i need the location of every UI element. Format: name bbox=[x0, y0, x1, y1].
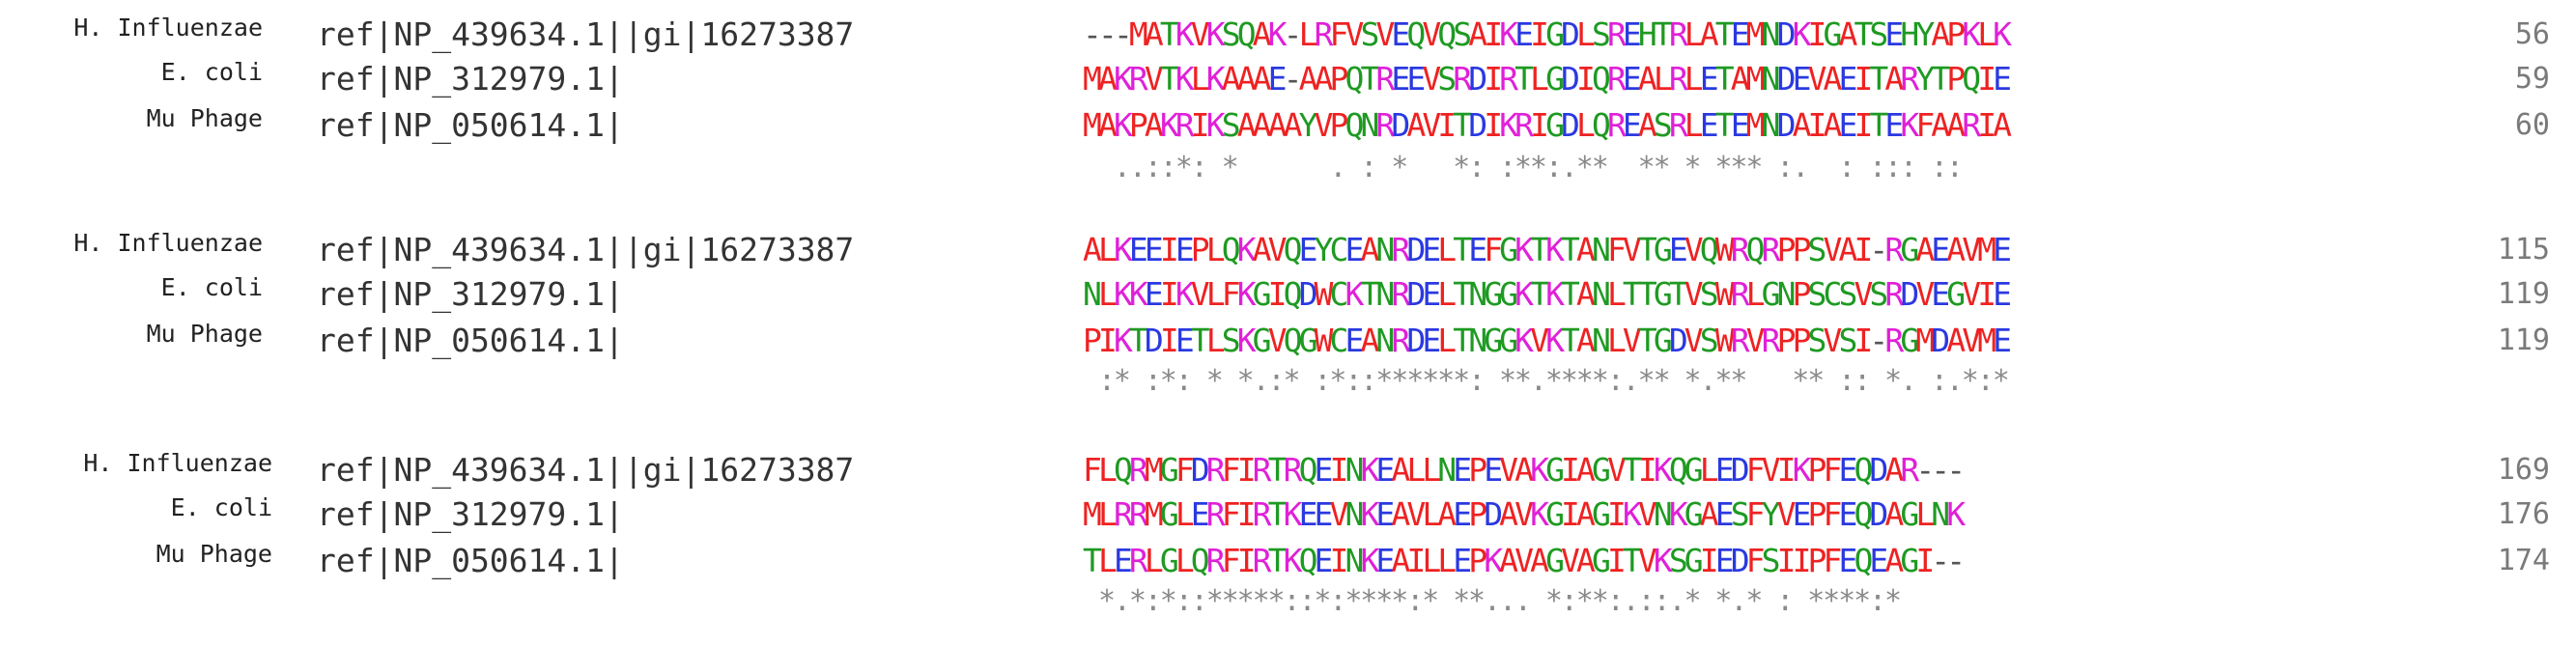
end-position: 59 bbox=[2514, 62, 2550, 96]
alignment-row: E. coli ref|NP_312979.1| MLRRMGLERFIRTKE… bbox=[0, 490, 2576, 534]
accession-label: ref|NP_050614.1| bbox=[317, 106, 624, 144]
organism-label: Mu Phage bbox=[156, 540, 272, 568]
alignment-row: E. coli ref|NP_312979.1| MAKRVTKLKAAAE-A… bbox=[0, 54, 2576, 98]
accession-label: ref|NP_439634.1||gi|16273387 bbox=[317, 231, 855, 268]
organism-label: E. coli bbox=[160, 273, 263, 301]
sequence: MLRRMGLERFIRTKEEVNKEAVLAEPDAVKGIAGIKVNKG… bbox=[1083, 495, 1966, 533]
sequence: ALKEEIEPLQKAVQEYCEANRDELTEFGKTKTANFVTGEV… bbox=[1083, 231, 2012, 268]
organism-label: H. Influenzae bbox=[73, 14, 263, 42]
alignment-row: E. coli ref|NP_312979.1| NLKKEIKVLFKGIQD… bbox=[0, 269, 2576, 314]
end-position: 119 bbox=[2497, 277, 2550, 311]
accession-label: ref|NP_312979.1| bbox=[317, 60, 624, 98]
conservation-line: *.*:*::*****::*:****:* **... *:**:.::.* … bbox=[1083, 584, 1902, 618]
sequence: FLQRMGFDRFIRTRQEINKEALLNEPEVAKGIAGVTIKQG… bbox=[1083, 451, 1966, 489]
end-position: 174 bbox=[2497, 544, 2550, 577]
organism-label: Mu Phage bbox=[146, 104, 263, 132]
organism-label: H. Influenzae bbox=[83, 449, 272, 477]
alignment-row: Mu Phage ref|NP_050614.1| PIKTDIETLSKGVQ… bbox=[0, 316, 2576, 360]
end-position: 176 bbox=[2497, 497, 2550, 531]
organism-label: E. coli bbox=[170, 493, 272, 521]
accession-label: ref|NP_439634.1||gi|16273387 bbox=[317, 451, 855, 489]
accession-label: ref|NP_050614.1| bbox=[317, 322, 624, 359]
alignment-block-2: H. Influenzae ref|NP_439634.1||gi|162733… bbox=[0, 225, 2576, 418]
alignment-block-1: H. Influenzae ref|NP_439634.1||gi|162733… bbox=[0, 10, 2576, 203]
sequence: MAKRVTKLKAAAE-AAPQTREEVSRDIRTLGDIQREALRL… bbox=[1083, 60, 2012, 98]
end-position: 60 bbox=[2514, 108, 2550, 142]
end-position: 56 bbox=[2514, 17, 2550, 51]
sequence: TLERLGLQRFIRTKQEINKEAILLEPKAVAGVAGITVKSG… bbox=[1083, 542, 1966, 579]
accession-label: ref|NP_439634.1||gi|16273387 bbox=[317, 15, 855, 53]
organism-label: H. Influenzae bbox=[73, 229, 263, 257]
accession-label: ref|NP_312979.1| bbox=[317, 275, 624, 313]
accession-label: ref|NP_050614.1| bbox=[317, 542, 624, 579]
sequence-alignment: H. Influenzae ref|NP_439634.1||gi|162733… bbox=[0, 0, 2576, 646]
alignment-row: Mu Phage ref|NP_050614.1| MAKPAKRIKSAAAA… bbox=[0, 100, 2576, 145]
accession-label: ref|NP_312979.1| bbox=[317, 495, 624, 533]
sequence: NLKKEIKVLFKGIQDWCKTNRDELTNGGKTKTANLTTGTV… bbox=[1083, 275, 2012, 313]
alignment-row: H. Influenzae ref|NP_439634.1||gi|162733… bbox=[0, 225, 2576, 269]
alignment-row: H. Influenzae ref|NP_439634.1||gi|162733… bbox=[0, 10, 2576, 54]
organism-label: Mu Phage bbox=[146, 320, 263, 348]
conservation-line: ..::*: * . : * *: :**:.** ** * *** :. : … bbox=[1083, 151, 1964, 184]
conservation-line: :* :*: * *.:* :*::******: **.****:.** *.… bbox=[1083, 364, 2010, 398]
sequence: MAKPAKRIKSAAAAYVPQNRDAVITDIKRIGDLQREASRL… bbox=[1083, 106, 2012, 144]
sequence: ---MATKVKSQAK-LRFVSVEQVQSAIKEIGDLSREHTRL… bbox=[1083, 15, 2012, 53]
alignment-row: Mu Phage ref|NP_050614.1| TLERLGLQRFIRTK… bbox=[0, 536, 2576, 580]
end-position: 169 bbox=[2497, 453, 2550, 487]
sequence: PIKTDIETLSKGVQGWCEANRDELTNGGKVKTANLVTGDV… bbox=[1083, 322, 2012, 359]
end-position: 115 bbox=[2497, 233, 2550, 267]
organism-label: E. coli bbox=[160, 58, 263, 86]
alignment-row: H. Influenzae ref|NP_439634.1||gi|162733… bbox=[0, 445, 2576, 490]
alignment-block-3: H. Influenzae ref|NP_439634.1||gi|162733… bbox=[0, 445, 2576, 638]
end-position: 119 bbox=[2497, 323, 2550, 357]
